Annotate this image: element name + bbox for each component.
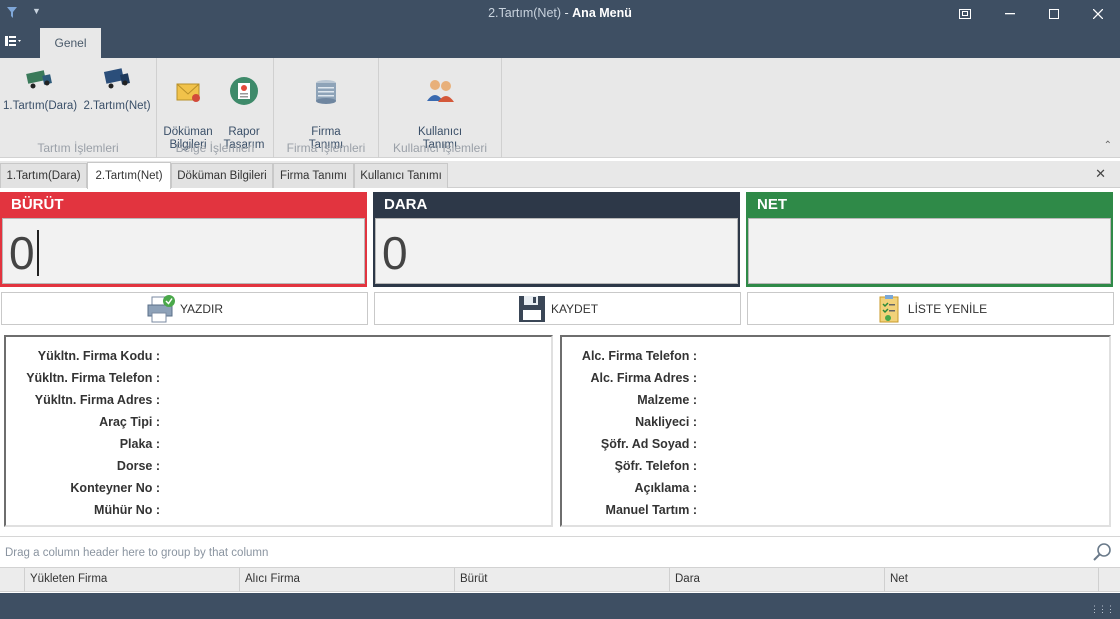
maximize-icon xyxy=(1049,9,1059,19)
report-icon xyxy=(230,77,258,105)
receiver-info-panel: Alc. Firma Telefon : Alc. Firma Adres : … xyxy=(560,335,1111,527)
group-caption: Belge İşlemleri xyxy=(175,141,255,155)
info-label: Nakliyeci : xyxy=(635,415,697,429)
application-menu-button[interactable] xyxy=(4,34,34,54)
search-icon[interactable] xyxy=(1092,542,1112,562)
group-caption: Kullanıcı İşlemleri xyxy=(392,141,488,155)
restore-icon xyxy=(959,9,971,19)
tab-first-weighing[interactable]: 1.Tartım(Dara) xyxy=(0,163,87,188)
print-button[interactable]: YAZDIR xyxy=(1,292,368,325)
gross-weight-field[interactable]: 0 xyxy=(2,218,365,284)
text-caret xyxy=(36,230,39,276)
column-header[interactable]: Dara xyxy=(669,568,884,592)
info-label: Alc. Firma Adres : xyxy=(590,371,697,385)
ribbon-group-company: Firma Tanımı Firma İşlemleri xyxy=(274,58,379,158)
info-label: Mühür No : xyxy=(94,503,160,517)
first-weighing-button[interactable]: 1.Tartım(Dara) xyxy=(3,62,78,113)
resize-grip-icon[interactable]: ⋮⋮⋮ xyxy=(1090,604,1115,615)
ribbon-tab-strip: Genel xyxy=(0,28,1120,58)
info-label: Şöfr. Ad Soyad : xyxy=(600,437,697,451)
first-weighing-label: 1.Tartım(Dara) xyxy=(3,100,78,112)
column-header[interactable]: Net xyxy=(884,568,1099,592)
net-weight-panel: NET xyxy=(746,192,1113,287)
loading-company-info-panel: Yükltn. Firma Kodu : Yükltn. Firma Telef… xyxy=(4,335,553,527)
minimize-icon xyxy=(1005,13,1015,15)
ribbon-group-weighing: 1.Tartım(Dara) 2.Tartım(Net) Tartım İşle… xyxy=(0,58,157,158)
title-separator: - xyxy=(561,6,573,20)
info-label: Konteyner No : xyxy=(70,481,160,495)
save-button[interactable]: KAYDET xyxy=(374,292,741,325)
group-panel-hint: Drag a column header here to group by th… xyxy=(5,547,269,559)
tab-document-info[interactable]: Döküman Bilgileri xyxy=(171,163,273,188)
group-caption: Firma İşlemleri xyxy=(286,141,366,155)
menu-list-icon xyxy=(5,36,21,46)
printer-icon xyxy=(147,294,175,322)
document-title: 2.Tartım(Net) xyxy=(488,6,562,20)
maximize-button[interactable] xyxy=(1032,0,1076,28)
minimize-button[interactable] xyxy=(988,0,1032,28)
info-label: Plaka : xyxy=(119,437,160,451)
report-design-button[interactable]: Rapor Tasarım xyxy=(219,62,269,152)
column-header[interactable]: Bürüt xyxy=(454,568,669,592)
net-weight-field[interactable] xyxy=(748,218,1111,284)
info-label: Açıklama : xyxy=(634,481,697,495)
info-label: Yükltn. Firma Telefon : xyxy=(26,371,160,385)
gross-weight-panel: BÜRÜT 0 xyxy=(0,192,367,287)
close-icon xyxy=(1093,9,1103,19)
info-label: Araç Tipi : xyxy=(99,415,160,429)
user-definition-button[interactable]: Kullanıcı Tanımı xyxy=(410,62,470,152)
info-label: Yükltn. Firma Kodu : xyxy=(37,349,160,363)
envelope-icon xyxy=(176,83,200,102)
restore-down-button[interactable] xyxy=(943,0,987,28)
grid-group-panel[interactable]: Drag a column header here to group by th… xyxy=(0,536,1120,567)
tab-company-definition[interactable]: Firma Tanımı xyxy=(273,163,354,188)
floppy-disk-icon xyxy=(518,295,545,322)
column-header[interactable]: Alıcı Firma xyxy=(239,568,454,592)
info-label: Yükltn. Firma Adres : xyxy=(34,393,160,407)
status-bar: ⋮⋮⋮ xyxy=(0,593,1120,619)
checklist-icon xyxy=(879,294,899,322)
tare-weight-panel: DARA 0 xyxy=(373,192,740,287)
refresh-list-button[interactable]: LİSTE YENİLE xyxy=(747,292,1114,325)
second-weighing-button[interactable]: 2.Tartım(Net) xyxy=(82,62,152,113)
truck-icon xyxy=(26,70,52,89)
gross-weight-value: 0 xyxy=(9,227,35,279)
collapse-ribbon-icon[interactable]: ⌃ xyxy=(1104,140,1112,151)
ribbon-panel: 1.Tartım(Dara) 2.Tartım(Net) Tartım İşle… xyxy=(0,58,1120,158)
info-label: Alc. Firma Telefon : xyxy=(581,349,697,363)
tare-weight-field[interactable]: 0 xyxy=(375,218,738,284)
ribbon-tab-genel[interactable]: Genel xyxy=(40,28,101,58)
gross-weight-label: BÜRÜT xyxy=(11,196,64,213)
print-label: YAZDIR xyxy=(179,301,224,316)
close-window-button[interactable] xyxy=(1076,0,1120,28)
net-weight-label: NET xyxy=(757,196,787,213)
tab-second-weighing[interactable]: 2.Tartım(Net) xyxy=(87,162,171,189)
info-label: Malzeme : xyxy=(637,393,697,407)
save-label: KAYDET xyxy=(550,301,599,316)
info-label: Dorse : xyxy=(116,459,160,473)
users-icon xyxy=(427,80,454,102)
column-header[interactable]: Yükleten Firma xyxy=(24,568,239,592)
company-definition-button[interactable]: Firma Tanımı xyxy=(301,62,351,152)
grid-header: Yükleten Firma Alıcı Firma Bürüt Dara Ne… xyxy=(0,567,1120,592)
truck-icon xyxy=(103,68,130,89)
info-label: Şöfr. Telefon : xyxy=(614,459,697,473)
document-tab-strip: 1.Tartım(Dara) 2.Tartım(Net) Döküman Bil… xyxy=(0,161,1120,189)
info-label: Manuel Tartım : xyxy=(605,503,697,517)
document-info-button[interactable]: Döküman Bilgileri xyxy=(163,62,213,152)
tare-weight-value: 0 xyxy=(382,227,408,279)
refresh-list-label: LİSTE YENİLE xyxy=(907,301,988,316)
ribbon-group-document: Döküman Bilgileri Rapor Tasarım Belge İş… xyxy=(157,58,274,158)
close-tab-icon[interactable]: ✕ xyxy=(1095,166,1106,182)
ribbon-group-user: Kullanıcı Tanımı Kullanıcı İşlemleri xyxy=(379,58,502,158)
title-bar: ▼ 2.Tartım(Net) - Ana Menü xyxy=(0,0,1120,28)
app-title: Ana Menü xyxy=(572,6,632,20)
building-icon xyxy=(316,80,336,104)
group-caption: Tartım İşlemleri xyxy=(37,141,119,155)
tab-user-definition[interactable]: Kullanıcı Tanımı xyxy=(354,163,448,188)
second-weighing-label: 2.Tartım(Net) xyxy=(83,100,151,112)
tare-weight-label: DARA xyxy=(384,196,428,213)
